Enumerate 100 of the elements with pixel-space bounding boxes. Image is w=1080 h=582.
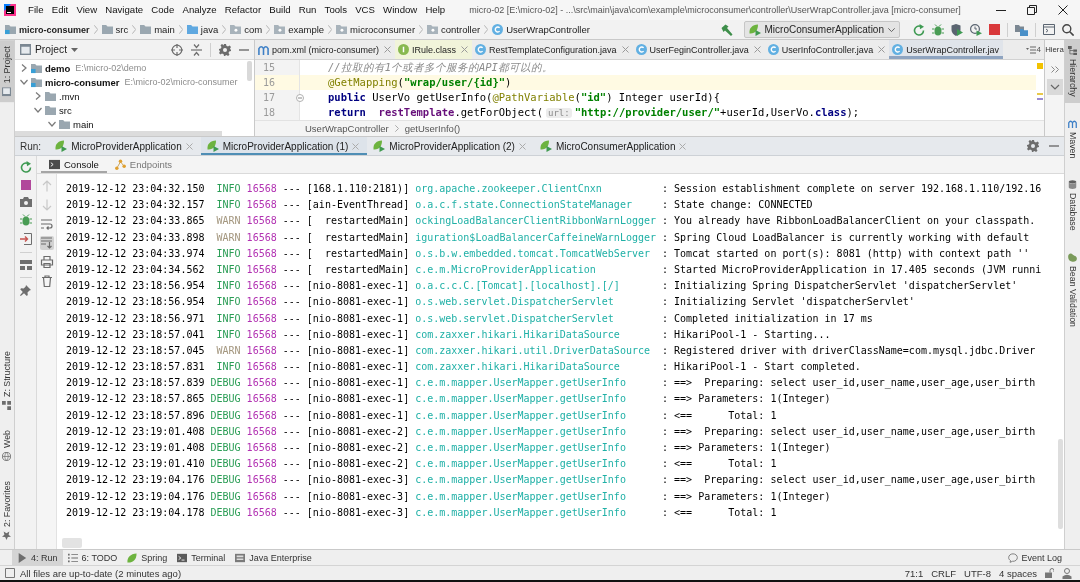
stop-icon[interactable] xyxy=(20,180,31,190)
tool-window-tab[interactable]: Maven xyxy=(1065,112,1080,165)
editor-tab[interactable]: IRule.class xyxy=(395,40,473,59)
exit-icon[interactable] xyxy=(19,233,32,245)
soft-wrap-icon[interactable] xyxy=(39,217,54,231)
file-encoding[interactable]: UTF-8 xyxy=(964,567,991,579)
camera-icon[interactable] xyxy=(19,197,32,207)
console-tab[interactable]: Console xyxy=(41,156,107,173)
collapse-all-icon[interactable] xyxy=(191,43,202,56)
menu-item[interactable]: Build xyxy=(265,2,295,18)
scrollbar-thumb[interactable] xyxy=(247,61,252,81)
hammer-icon[interactable] xyxy=(720,23,733,36)
printer-icon[interactable] xyxy=(39,255,54,269)
menu-item[interactable]: Analyze xyxy=(178,2,221,18)
breadcrumb[interactable]: micro-consumer xyxy=(5,24,90,35)
log-line: 2019-12-12 23:04:32.157 INFO 16568 --- [ain-EventThread] o.a.c.f.state.ConnectionStateManager : State change: CONNECTED xyxy=(66,198,814,213)
unlock-icon[interactable] xyxy=(1045,568,1054,578)
editor-tab[interactable]: UserFeginController.java xyxy=(632,40,765,59)
tool-window-tab[interactable]: Terminal xyxy=(172,550,231,565)
editor-tab[interactable]: UserInfoController.java xyxy=(764,40,890,59)
menu-item[interactable]: View xyxy=(72,2,102,18)
double-chevron-icon[interactable] xyxy=(1050,66,1059,73)
crosshair-icon[interactable] xyxy=(171,43,183,56)
tool-window-tab[interactable]: Bean Validation xyxy=(1065,246,1080,333)
layout-icon[interactable] xyxy=(19,260,32,270)
trash-icon[interactable] xyxy=(39,274,54,288)
tool-window-tab[interactable]: Database xyxy=(1065,174,1080,237)
close-icon[interactable] xyxy=(1058,5,1068,15)
menu-item[interactable]: Tools xyxy=(320,2,352,18)
tool-window-tab[interactable]: 2: Favorites xyxy=(0,475,14,546)
menu-item[interactable]: Code xyxy=(147,2,179,18)
breadcrumb[interactable]: controller xyxy=(427,24,481,35)
bug-icon[interactable] xyxy=(932,23,944,36)
scrollbar-thumb[interactable] xyxy=(62,538,82,548)
menu-item[interactable]: File xyxy=(24,2,48,18)
scroll-to-end-icon[interactable] xyxy=(39,236,54,250)
menu-item[interactable]: Window xyxy=(379,2,422,18)
restore-icon[interactable] xyxy=(1027,5,1037,15)
folders-icon[interactable] xyxy=(1015,23,1028,36)
search-icon[interactable] xyxy=(1062,23,1074,36)
bug-icon[interactable] xyxy=(19,214,32,226)
tool-window-tab[interactable]: Java Enterprise xyxy=(230,550,317,565)
run-tab[interactable]: MicroProviderApplication (1) xyxy=(200,137,368,155)
chevron-down-icon[interactable] xyxy=(1046,79,1063,95)
menu-item[interactable]: VCS xyxy=(351,2,379,18)
run-tab[interactable]: MicroProviderApplication xyxy=(49,137,201,155)
scrollbar-thumb[interactable] xyxy=(1058,439,1063,529)
breadcrumb[interactable]: main xyxy=(140,24,175,35)
line-separator[interactable]: CRLF xyxy=(931,567,957,579)
caret-position[interactable]: 71:1 xyxy=(904,567,924,579)
console-tab[interactable]: Endpoints xyxy=(106,156,181,173)
breadcrumb[interactable]: UserWrapController xyxy=(305,123,389,134)
breadcrumb[interactable]: getUserInfo() xyxy=(404,123,461,134)
tool-window-tab[interactable]: 6: TODO xyxy=(62,550,123,565)
breadcrumb[interactable]: src xyxy=(101,24,129,35)
event-log-button[interactable]: Event Log xyxy=(1008,550,1080,565)
tree-item-label[interactable]: micro-consumer xyxy=(45,76,120,88)
breadcrumb[interactable]: microconsumer xyxy=(336,24,416,35)
tool-window-tab[interactable]: 4: Run xyxy=(12,550,63,565)
settings-icon[interactable] xyxy=(219,43,231,56)
fold-marker-icon[interactable] xyxy=(296,94,304,102)
breadcrumb[interactable]: java xyxy=(186,24,219,35)
menu-item[interactable]: Help xyxy=(421,2,450,18)
rerun-icon[interactable] xyxy=(19,161,32,173)
run-tab[interactable]: MicroConsumerApplication xyxy=(533,137,695,155)
console-window-icon[interactable] xyxy=(1043,24,1055,35)
tool-window-tab[interactable]: Hierarchy xyxy=(1065,40,1080,103)
indent-setting[interactable]: 4 spaces xyxy=(998,567,1037,579)
tree-item-label[interactable]: main xyxy=(73,118,94,130)
menu-item[interactable]: Refactor xyxy=(220,2,266,18)
warning-marker-icon[interactable] xyxy=(1037,63,1043,69)
breadcrumb[interactable]: com xyxy=(230,24,263,35)
editor-tab[interactable]: UserWrapController.jav xyxy=(889,40,1004,59)
clock-play-icon[interactable] xyxy=(970,23,982,36)
run-configuration-dropdown[interactable]: MicroConsumerApplication xyxy=(743,21,900,38)
menu-item[interactable]: Edit xyxy=(47,2,73,18)
editor-tab[interactable]: pom.xml (micro-consumer) xyxy=(255,40,395,59)
minimize-icon[interactable] xyxy=(996,9,1006,11)
tool-window-tab[interactable]: Web xyxy=(0,424,14,468)
tree-item-label[interactable]: .mvn xyxy=(59,90,80,102)
pin-icon[interactable] xyxy=(20,285,31,296)
run-tab[interactable]: MicroProviderApplication (2) xyxy=(367,137,534,155)
tree-item-label[interactable]: demo xyxy=(45,62,71,74)
tool-window-tab[interactable]: Z: Structure xyxy=(0,345,14,417)
project-view-dropdown[interactable]: Project xyxy=(20,44,79,55)
tab-overflow-button[interactable]: 4 xyxy=(1022,40,1044,59)
square-icon[interactable] xyxy=(5,568,15,578)
settings-icon[interactable] xyxy=(1027,140,1039,152)
menu-item[interactable]: Run xyxy=(294,2,321,18)
person-icon[interactable] xyxy=(1062,567,1072,579)
tree-item-label[interactable]: src xyxy=(59,104,72,116)
breadcrumb[interactable]: example xyxy=(274,24,325,35)
tool-window-tab[interactable]: Spring xyxy=(122,550,173,565)
rerun-icon[interactable] xyxy=(913,23,925,36)
editor-tab[interactable]: RestTemplateConfiguration.java xyxy=(472,40,633,59)
shield-play-icon[interactable] xyxy=(951,23,963,36)
tool-window-tab[interactable]: 1: Project xyxy=(0,40,14,103)
menu-item[interactable]: Navigate xyxy=(101,2,148,18)
breadcrumb[interactable]: UserWrapController xyxy=(492,24,590,35)
scrollbar-thumb[interactable] xyxy=(15,131,222,136)
